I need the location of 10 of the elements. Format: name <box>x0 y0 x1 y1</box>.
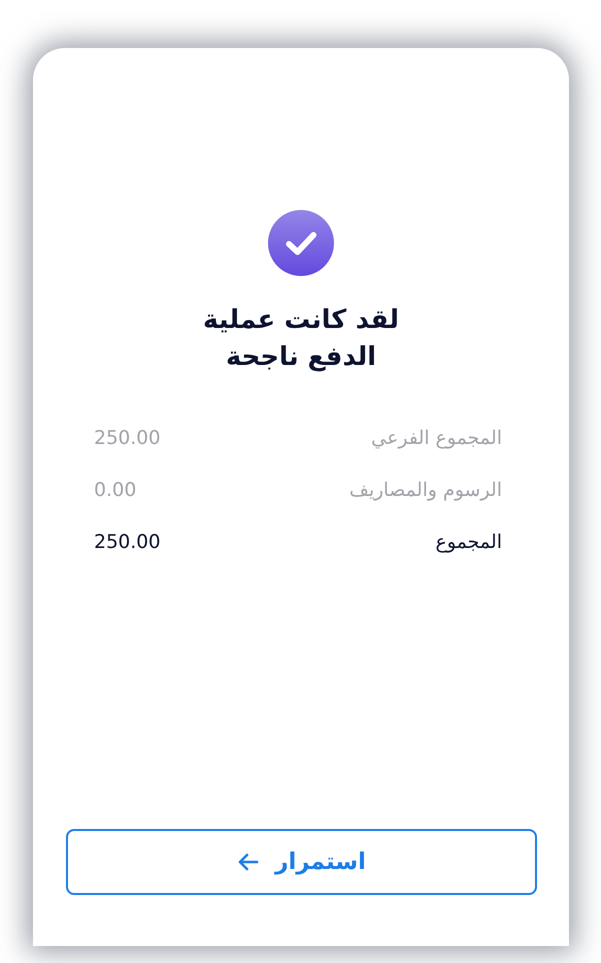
summary-label: الرسوم والمصاريف <box>349 478 502 503</box>
summary-amount: 250.00 <box>94 530 160 555</box>
summary-amount: 250.00 <box>94 426 160 451</box>
success-title: لقد كانت عملية الدفع ناجحة <box>202 304 400 374</box>
summary-amount: 0.00 <box>94 478 136 503</box>
arrow-left-icon <box>237 853 260 871</box>
check-circle-icon <box>268 210 334 276</box>
continue-button[interactable]: استمرار <box>66 829 537 895</box>
summary-label: المجموع <box>436 530 502 555</box>
summary-label: المجموع الفرعي <box>371 426 502 451</box>
